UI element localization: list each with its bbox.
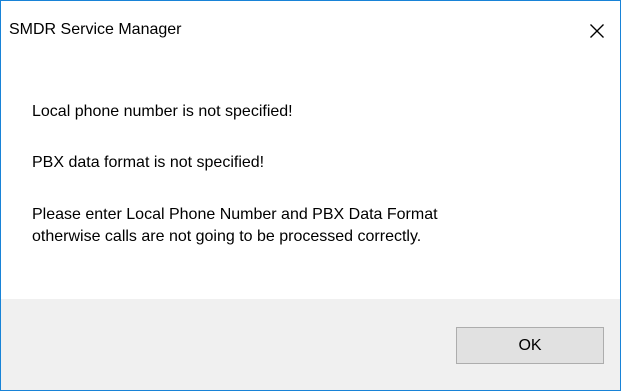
close-icon (590, 24, 604, 38)
message-area: Local phone number is not specified! PBX… (1, 61, 620, 299)
message-local-phone: Local phone number is not specified! (32, 103, 293, 120)
button-bar: OK (1, 299, 620, 390)
title-bar[interactable]: SMDR Service Manager (1, 1, 620, 61)
message-instructions-line-1: Please enter Local Phone Number and PBX … (32, 206, 438, 223)
ok-button[interactable]: OK (456, 327, 604, 364)
message-instructions: Please enter Local Phone Number and PBX … (32, 204, 438, 248)
message-pbx-format: PBX data format is not specified! (32, 154, 265, 171)
dialog-title: SMDR Service Manager (9, 21, 182, 38)
message-dialog: SMDR Service Manager Local phone number … (0, 0, 621, 391)
message-instructions-line-2: otherwise calls are not going to be proc… (32, 228, 422, 245)
close-button[interactable] (574, 1, 620, 61)
